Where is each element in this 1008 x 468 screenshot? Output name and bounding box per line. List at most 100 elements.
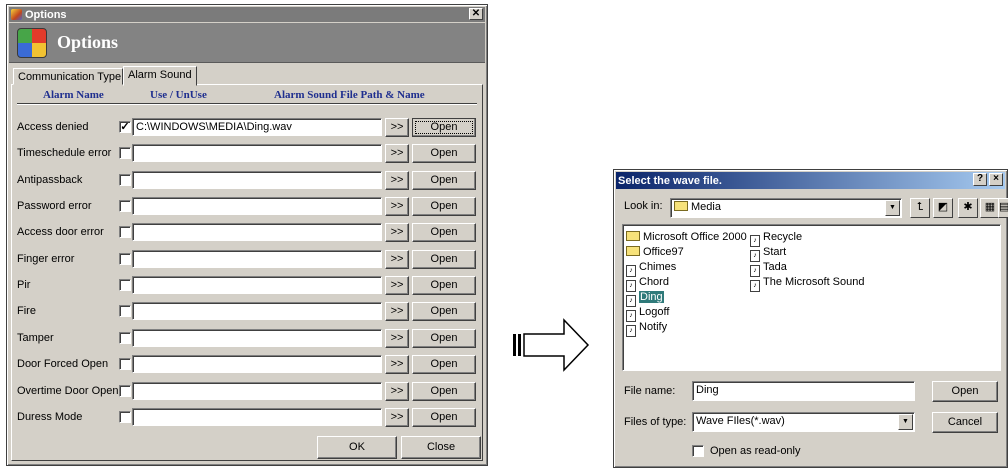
- browse-button[interactable]: >>: [385, 329, 409, 348]
- up-folder-icon[interactable]: ⮤: [910, 198, 930, 218]
- list-item[interactable]: ♪ Start: [750, 245, 786, 262]
- use-checkbox[interactable]: ✓: [119, 121, 131, 133]
- browse-button[interactable]: >>: [385, 118, 409, 137]
- open-button[interactable]: Open: [412, 382, 476, 401]
- sound-path-field[interactable]: [132, 355, 382, 373]
- ok-button[interactable]: OK: [317, 436, 397, 459]
- use-checkbox[interactable]: [119, 253, 131, 265]
- open-button[interactable]: Open: [412, 250, 476, 269]
- sound-path-field[interactable]: [132, 329, 382, 347]
- open-button[interactable]: Open: [412, 223, 476, 242]
- list-item[interactable]: ♪ Notify: [626, 320, 667, 337]
- tab-alarm-sound[interactable]: Alarm Sound: [123, 66, 197, 86]
- list-item[interactable]: ♪ Logoff: [626, 305, 669, 322]
- alarm-row: Access denied ✓ C:\WINDOWS\MEDIA\Ding.wa…: [7, 117, 487, 137]
- open-button[interactable]: Open: [412, 355, 476, 374]
- browse-button[interactable]: >>: [385, 276, 409, 295]
- alarm-row: Timeschedule error >> Open: [7, 143, 487, 163]
- files-of-type-dropdown[interactable]: Wave FIles(*.wav) ▼: [692, 412, 915, 432]
- details-view-icon[interactable]: ▤: [998, 198, 1008, 218]
- browse-button[interactable]: >>: [385, 408, 409, 427]
- use-checkbox[interactable]: [119, 332, 131, 344]
- list-item-selected[interactable]: ♪ Ding: [626, 290, 664, 307]
- folder-icon: [626, 231, 640, 241]
- new-folder-icon[interactable]: ✱: [958, 198, 978, 218]
- list-item[interactable]: Office97: [626, 245, 684, 260]
- sound-path-field[interactable]: [132, 197, 382, 215]
- sound-path-field[interactable]: [132, 171, 382, 189]
- desktop-icon[interactable]: ◩: [933, 198, 953, 218]
- use-checkbox[interactable]: [119, 147, 131, 159]
- open-button[interactable]: Open: [412, 171, 476, 190]
- open-button[interactable]: Open: [412, 408, 476, 427]
- browse-button[interactable]: >>: [385, 250, 409, 269]
- use-checkbox[interactable]: [119, 226, 131, 238]
- list-item[interactable]: ♪ Recycle: [750, 230, 802, 247]
- look-in-dropdown[interactable]: Media ▼: [670, 198, 902, 218]
- tab-communication-type[interactable]: Communication Type: [13, 68, 123, 85]
- dialog-open-button[interactable]: Open: [932, 381, 998, 402]
- read-only-checkbox[interactable]: [692, 445, 704, 457]
- close-icon[interactable]: ×: [989, 173, 1003, 186]
- browse-button[interactable]: >>: [385, 355, 409, 374]
- use-checkbox[interactable]: [119, 174, 131, 186]
- look-in-value: Media: [691, 201, 721, 213]
- browse-button[interactable]: >>: [385, 382, 409, 401]
- use-checkbox[interactable]: [119, 358, 131, 370]
- close-icon[interactable]: ✕: [469, 8, 483, 20]
- alarm-row: Fire >> Open: [7, 301, 487, 321]
- banner-title: Options: [57, 32, 119, 52]
- select-wave-file-dialog: Select the wave file. ? × Look in: Media…: [613, 169, 1008, 468]
- chevron-down-icon[interactable]: ▼: [885, 200, 900, 216]
- close-button[interactable]: Close: [401, 436, 481, 459]
- alarm-name: Fire: [17, 305, 36, 317]
- sound-path-field[interactable]: [132, 223, 382, 241]
- sound-path-field[interactable]: [132, 276, 382, 294]
- sound-path-field[interactable]: [132, 382, 382, 400]
- sound-path-field[interactable]: [132, 144, 382, 162]
- list-item[interactable]: ♪ Tada: [750, 260, 787, 277]
- list-item[interactable]: ♪ The Microsoft Sound: [750, 275, 865, 292]
- browse-button[interactable]: >>: [385, 197, 409, 216]
- header-path: Alarm Sound File Path & Name: [274, 89, 425, 101]
- help-icon[interactable]: ?: [973, 173, 987, 186]
- file-name-field[interactable]: Ding: [692, 381, 915, 401]
- browse-button[interactable]: >>: [385, 144, 409, 163]
- alarm-row: Door Forced Open >> Open: [7, 354, 487, 374]
- sound-path-field[interactable]: C:\WINDOWS\MEDIA\Ding.wav: [132, 118, 382, 136]
- browse-button[interactable]: >>: [385, 302, 409, 321]
- browse-button[interactable]: >>: [385, 171, 409, 190]
- dialog-cancel-button[interactable]: Cancel: [932, 412, 998, 433]
- use-checkbox[interactable]: [119, 305, 131, 317]
- list-item[interactable]: Microsoft Office 2000: [626, 230, 747, 245]
- chevron-down-icon[interactable]: ▼: [898, 414, 913, 430]
- use-checkbox[interactable]: [119, 411, 131, 423]
- list-view-icon[interactable]: ▦: [980, 198, 1000, 218]
- options-window-title: Options: [25, 8, 67, 21]
- alarm-name: Access denied: [17, 121, 89, 133]
- use-checkbox[interactable]: [119, 385, 131, 397]
- browse-button[interactable]: >>: [385, 223, 409, 242]
- use-checkbox[interactable]: [119, 200, 131, 212]
- header-alarm-name: Alarm Name: [43, 89, 104, 101]
- open-button[interactable]: Open: [412, 329, 476, 348]
- use-checkbox[interactable]: [119, 279, 131, 291]
- sound-path-field[interactable]: [132, 408, 382, 426]
- alarm-row: Overtime Door Open >> Open: [7, 381, 487, 401]
- open-button[interactable]: Open: [412, 144, 476, 163]
- list-item[interactable]: ♪ Chord: [626, 275, 669, 292]
- sound-path-field[interactable]: [132, 250, 382, 268]
- files-of-type-value: Wave FIles(*.wav): [696, 415, 785, 427]
- open-button[interactable]: Open: [412, 276, 476, 295]
- list-item[interactable]: ♪ Chimes: [626, 260, 676, 277]
- sound-file-icon: ♪: [626, 325, 636, 337]
- dialog-titlebar[interactable]: Select the wave file. ? ×: [616, 172, 1005, 189]
- folder-icon: [674, 201, 688, 211]
- open-button[interactable]: Open: [412, 118, 476, 137]
- file-list[interactable]: Microsoft Office 2000 Office97 ♪ Chimes ♪…: [622, 224, 1001, 371]
- options-titlebar[interactable]: Options ✕: [9, 7, 485, 22]
- sound-path-field[interactable]: [132, 302, 382, 320]
- alarm-name: Door Forced Open: [17, 358, 109, 370]
- open-button[interactable]: Open: [412, 302, 476, 321]
- open-button[interactable]: Open: [412, 197, 476, 216]
